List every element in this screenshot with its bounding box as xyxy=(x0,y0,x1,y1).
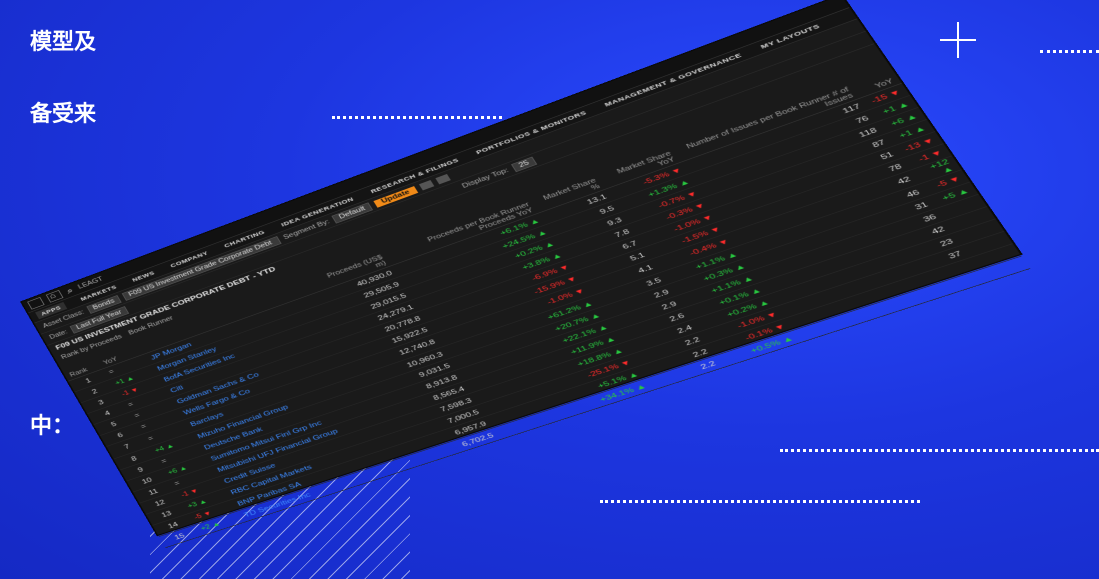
headline-text-2: 备受来 xyxy=(30,96,96,128)
headline-text-3: 中： xyxy=(30,408,74,440)
dotted-line-bottom xyxy=(600,500,920,503)
search-icon[interactable] xyxy=(65,285,76,295)
dotted-line-right-top xyxy=(1040,50,1099,53)
dotted-line-right xyxy=(780,449,1099,452)
print-icon[interactable] xyxy=(435,174,450,184)
dotted-line-top xyxy=(332,116,502,119)
plus-icon xyxy=(940,22,976,58)
headline-text-1: 模型及 xyxy=(30,24,96,56)
export-icon[interactable] xyxy=(419,180,434,190)
